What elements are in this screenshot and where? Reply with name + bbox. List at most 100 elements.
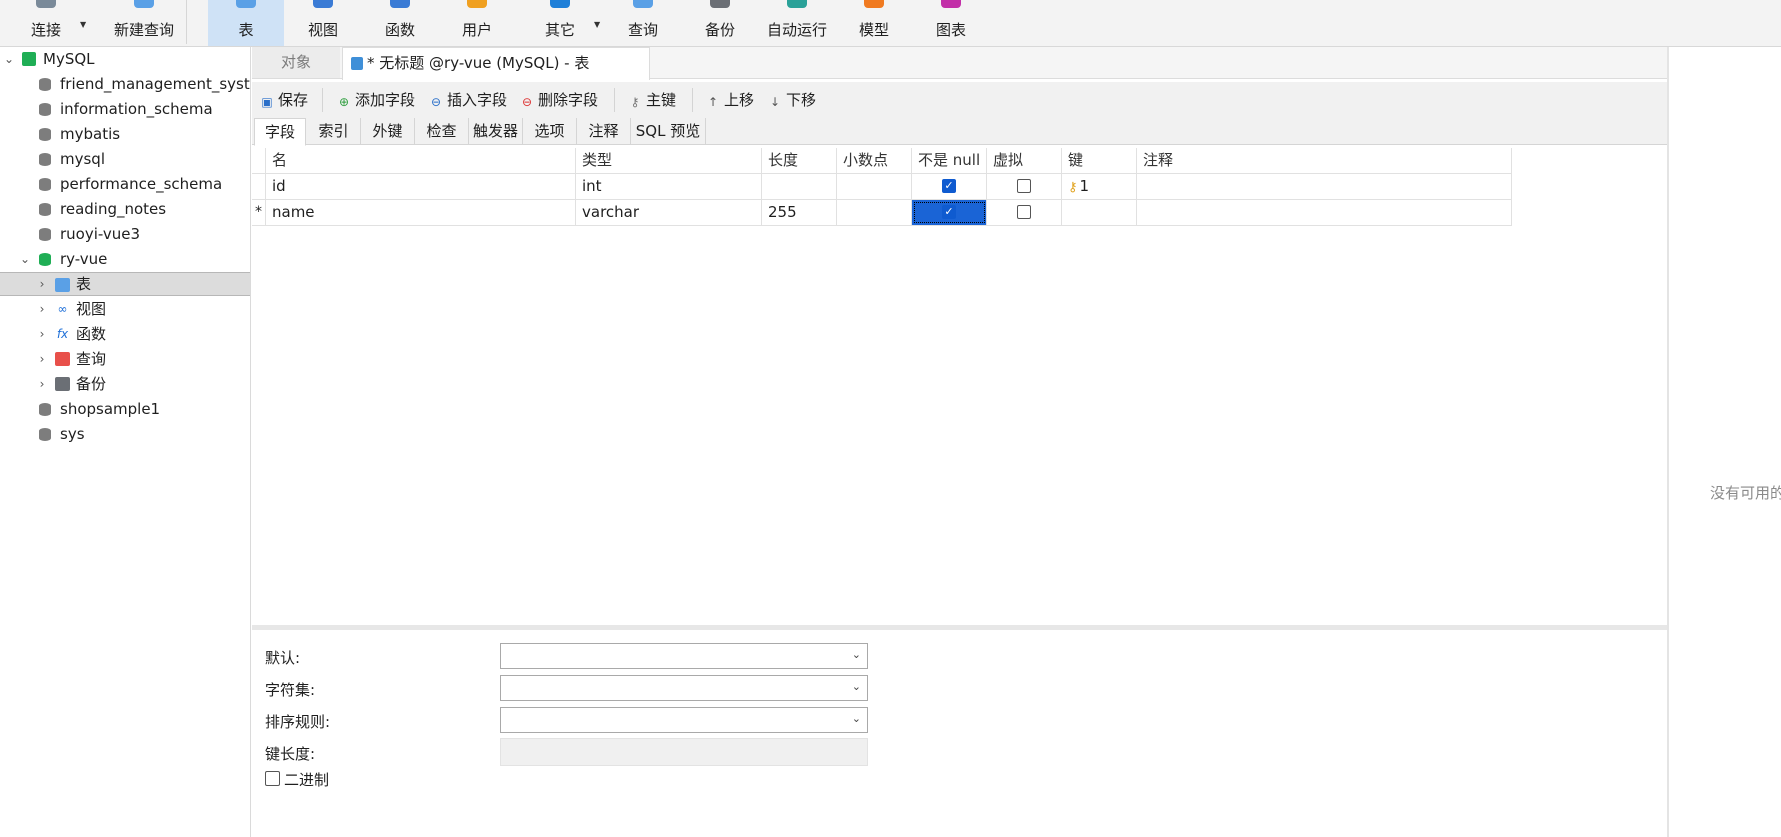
table-row[interactable]: * name varchar 255 ✓ xyxy=(252,200,1512,226)
tree-label: ry-vue xyxy=(60,250,108,268)
tab-triggers[interactable]: 触发器 xyxy=(469,118,523,144)
column-header-comment[interactable]: 注释 xyxy=(1137,148,1512,173)
tab-options[interactable]: 选项 xyxy=(523,118,577,144)
field-comment-cell[interactable] xyxy=(1137,200,1512,225)
user-button[interactable]: 用户 xyxy=(439,0,515,46)
tree-db-ry-vue[interactable]: ⌄ ry-vue xyxy=(0,247,250,271)
primary-key-button[interactable]: ⚷ 主键 xyxy=(628,88,676,112)
connect-button[interactable]: 连接 xyxy=(18,0,74,46)
pane-splitter[interactable] xyxy=(252,625,1667,630)
chevron-right-icon[interactable]: › xyxy=(35,322,49,346)
field-comment-cell[interactable] xyxy=(1137,174,1512,199)
database-icon xyxy=(39,228,51,241)
function-button[interactable]: 函数 xyxy=(362,0,438,46)
not-null-checkbox[interactable]: ✓ xyxy=(942,179,956,193)
query-button[interactable]: 查询 xyxy=(605,0,681,46)
connect-dropdown-icon[interactable]: ▼ xyxy=(80,20,86,29)
tree-db-information-schema[interactable]: information_schema xyxy=(0,97,250,121)
tree-item-functions[interactable]: › fx 函数 xyxy=(0,322,250,346)
save-label: 保存 xyxy=(278,91,309,109)
tab-table-designer[interactable]: * 无标题 @ry-vue (MySQL) - 表 xyxy=(342,47,650,80)
column-header-key[interactable]: 键 xyxy=(1062,148,1137,173)
field-type-cell[interactable]: int xyxy=(576,174,762,199)
tree-connection-mysql[interactable]: ⌄ MySQL xyxy=(0,47,250,71)
tree-label: information_schema xyxy=(60,100,213,118)
tree-db-ruoyi-vue3[interactable]: ruoyi-vue3 xyxy=(0,222,250,246)
column-header-not-null[interactable]: 不是 null xyxy=(912,148,987,173)
view-icon xyxy=(313,0,333,8)
chevron-right-icon[interactable]: › xyxy=(35,372,49,396)
tree-db-sys[interactable]: sys xyxy=(0,422,250,446)
tree-item-queries[interactable]: › 查询 xyxy=(0,347,250,371)
tree-db-friend-management[interactable]: friend_management_syste xyxy=(0,72,250,96)
new-query-button[interactable]: 新建查询 xyxy=(94,0,194,46)
field-type-cell[interactable]: varchar xyxy=(576,200,762,225)
column-header-name[interactable]: 名 xyxy=(266,148,576,173)
key-cell[interactable] xyxy=(1062,200,1137,225)
virtual-cell[interactable] xyxy=(987,174,1062,199)
default-select[interactable]: ⌄ xyxy=(500,643,868,669)
chevron-right-icon[interactable]: › xyxy=(35,297,49,321)
field-length-cell[interactable]: 255 xyxy=(762,200,837,225)
view-button[interactable]: 视图 xyxy=(285,0,361,46)
virtual-checkbox[interactable] xyxy=(1017,179,1031,193)
model-button[interactable]: 模型 xyxy=(836,0,912,46)
table-row[interactable]: id int ✓ ⚷ 1 xyxy=(252,174,1512,200)
tab-objects[interactable]: 对象 xyxy=(252,47,340,78)
not-null-checkbox[interactable]: ✓ xyxy=(942,205,956,219)
save-button[interactable]: ▣ 保存 xyxy=(260,88,308,112)
delete-icon: ⊖ xyxy=(521,95,533,109)
column-header-type[interactable]: 类型 xyxy=(576,148,762,173)
tree-db-performance-schema[interactable]: performance_schema xyxy=(0,172,250,196)
charset-select[interactable]: ⌄ xyxy=(500,675,868,701)
tree-item-backups[interactable]: › 备份 xyxy=(0,372,250,396)
table-button[interactable]: 表 xyxy=(208,0,284,46)
delete-field-button[interactable]: ⊖ 删除字段 xyxy=(520,88,598,112)
move-down-button[interactable]: ↓ 下移 xyxy=(768,88,816,112)
key-cell[interactable]: ⚷ 1 xyxy=(1062,174,1137,199)
insert-field-button[interactable]: ⊖ 插入字段 xyxy=(429,88,507,112)
tree-item-tables[interactable]: › 表 xyxy=(0,272,250,296)
others-dropdown-icon[interactable]: ▼ xyxy=(594,20,600,29)
tab-sql-preview[interactable]: SQL 预览 xyxy=(631,118,706,144)
tab-foreign-keys[interactable]: 外键 xyxy=(361,118,415,144)
column-header-decimals[interactable]: 小数点 xyxy=(837,148,912,173)
tree-db-shopsample1[interactable]: shopsample1 xyxy=(0,397,250,421)
virtual-checkbox[interactable] xyxy=(1017,205,1031,219)
field-decimals-cell[interactable] xyxy=(837,174,912,199)
add-field-button[interactable]: ⊕ 添加字段 xyxy=(337,88,415,112)
add-icon: ⊕ xyxy=(338,95,350,109)
view-icon: ∞ xyxy=(57,302,68,316)
not-null-cell[interactable]: ✓ xyxy=(912,174,987,199)
backup-button[interactable]: 备份 xyxy=(682,0,758,46)
tree-db-mysql[interactable]: mysql xyxy=(0,147,250,171)
field-name-cell[interactable]: name xyxy=(266,200,576,225)
chevron-down-icon[interactable]: ⌄ xyxy=(2,47,16,71)
column-header-virtual[interactable]: 虚拟 xyxy=(987,148,1062,173)
chevron-right-icon[interactable]: › xyxy=(35,347,49,371)
panel-divider[interactable] xyxy=(1667,47,1669,837)
move-up-button[interactable]: ↑ 上移 xyxy=(706,88,754,112)
tree-db-reading-notes[interactable]: reading_notes xyxy=(0,197,250,221)
binary-checkbox[interactable] xyxy=(265,771,280,786)
chevron-right-icon[interactable]: › xyxy=(35,273,49,295)
tab-fields[interactable]: 字段 xyxy=(254,118,306,146)
automation-button[interactable]: 自动运行 xyxy=(759,0,835,46)
tab-checks[interactable]: 检查 xyxy=(415,118,469,144)
collation-select[interactable]: ⌄ xyxy=(500,707,868,733)
not-null-cell[interactable]: ✓ xyxy=(912,200,987,225)
column-header-length[interactable]: 长度 xyxy=(762,148,837,173)
row-header-corner xyxy=(252,148,266,173)
field-decimals-cell[interactable] xyxy=(837,200,912,225)
chart-button[interactable]: 图表 xyxy=(913,0,989,46)
chevron-down-icon[interactable]: ⌄ xyxy=(18,247,32,271)
field-name-cell[interactable]: id xyxy=(266,174,576,199)
tab-comments[interactable]: 注释 xyxy=(577,118,631,144)
tree-item-views[interactable]: › ∞ 视图 xyxy=(0,297,250,321)
tree-db-mybatis[interactable]: mybatis xyxy=(0,122,250,146)
virtual-cell[interactable] xyxy=(987,200,1062,225)
table-icon xyxy=(55,278,70,292)
others-button[interactable]: 其它 xyxy=(522,0,598,46)
tab-indexes[interactable]: 索引 xyxy=(307,118,361,144)
field-length-cell[interactable] xyxy=(762,174,837,199)
